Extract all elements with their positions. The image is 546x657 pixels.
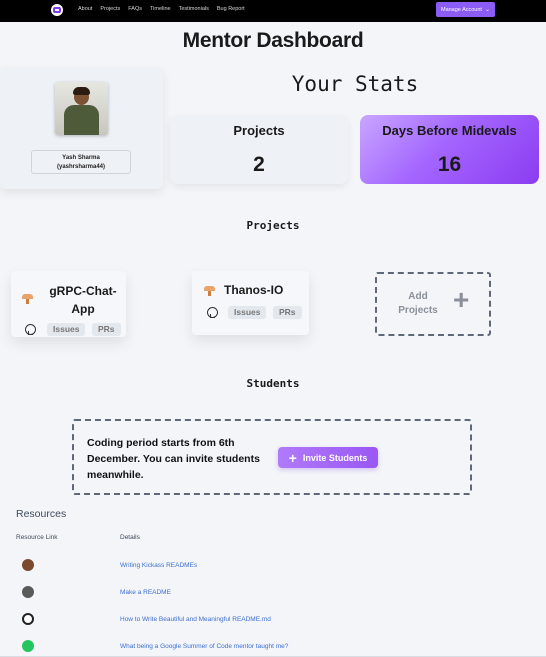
prs-tag[interactable]: PRs	[273, 306, 302, 319]
avatar	[55, 82, 108, 135]
plus-icon: +	[453, 284, 470, 315]
profile-name-box: Yash Sharma (yashrsharma44)	[31, 150, 131, 174]
project-name: Thanos-IO	[224, 283, 284, 297]
project-card-grpc[interactable]: gRPC-Chat- App Issues PRs	[11, 271, 126, 337]
resource-avatar[interactable]	[22, 613, 34, 625]
projects-stat-card: Projects 2	[170, 115, 348, 184]
add-projects-label: Add Projects	[398, 291, 438, 316]
issues-tag[interactable]: Issues	[228, 306, 267, 319]
table-row: Writing Kickass READMEs	[0, 559, 546, 579]
invite-students-button[interactable]: + Invite Students	[278, 447, 378, 468]
nav-link-testimonials[interactable]: Testimonials	[179, 6, 209, 12]
nav-links: About Projects FAQs Timeline Testimonial…	[78, 6, 245, 12]
resource-link[interactable]: How to Write Beautiful and Meaningful RE…	[120, 616, 271, 623]
resource-link-header: Resource Link	[16, 534, 58, 541]
days-stat-label: Days Before Midevals	[382, 123, 517, 138]
nav-link-faqs[interactable]: FAQs	[128, 6, 142, 12]
days-stat-card: Days Before Midevals 16	[360, 115, 539, 184]
projects-heading: Projects	[246, 219, 300, 232]
stats-title: Your Stats	[291, 72, 419, 96]
project-image-icon	[204, 285, 215, 296]
resource-avatar[interactable]	[22, 559, 34, 571]
table-row: What being a Google Summer of Code mento…	[0, 640, 546, 657]
days-stat-value: 16	[437, 153, 462, 176]
plus-icon: +	[288, 449, 297, 466]
page-title: Mentor Dashboard	[182, 29, 364, 52]
github-icon[interactable]	[25, 324, 36, 335]
nav-link-timeline[interactable]: Timeline	[150, 6, 171, 12]
top-navbar: About Projects FAQs Timeline Testimonial…	[0, 0, 546, 22]
manage-account-label: Manage Account	[440, 6, 482, 13]
profile-name: Yash Sharma	[62, 155, 100, 161]
profile-username: (yashrsharma44)	[56, 164, 106, 170]
manage-account-button[interactable]: Manage Account ⌄	[436, 2, 495, 17]
projects-stat-value: 2	[253, 153, 265, 176]
resources-title: Resources	[16, 508, 67, 520]
logo-icon[interactable]	[51, 4, 63, 16]
students-heading: Students	[246, 377, 300, 390]
resource-link[interactable]: Writing Kickass READMEs	[120, 562, 197, 569]
students-box: Coding period starts from 6th December. …	[72, 419, 472, 495]
students-message: Coding period starts from 6th December. …	[87, 437, 260, 481]
details-header: Details	[120, 534, 140, 541]
resource-link[interactable]: Make a README	[120, 589, 171, 596]
chevron-down-icon: ⌄	[484, 6, 490, 13]
prs-tag[interactable]: PRs	[92, 323, 121, 336]
nav-link-about[interactable]: About	[78, 6, 92, 12]
resource-avatar[interactable]	[22, 640, 34, 652]
nav-link-bug-report[interactable]: Bug Report	[217, 6, 245, 12]
resource-avatar[interactable]	[22, 586, 34, 598]
table-row: Make a README	[0, 586, 546, 606]
nav-link-projects[interactable]: Projects	[100, 6, 120, 12]
add-projects-button[interactable]: Add Projects +	[375, 272, 491, 336]
github-icon[interactable]	[207, 307, 218, 318]
table-row: How to Write Beautiful and Meaningful RE…	[0, 613, 546, 633]
project-name: gRPC-Chat- App	[49, 284, 117, 316]
profile-card: Yash Sharma (yashrsharma44)	[0, 67, 163, 189]
issues-tag[interactable]: Issues	[47, 323, 86, 336]
resource-link[interactable]: What being a Google Summer of Code mento…	[120, 643, 288, 650]
projects-stat-label: Projects	[233, 123, 285, 138]
project-card-thanos[interactable]: Thanos-IO Issues PRs	[192, 271, 309, 335]
invite-students-label: Invite Students	[302, 452, 368, 463]
project-image-icon	[22, 293, 33, 304]
